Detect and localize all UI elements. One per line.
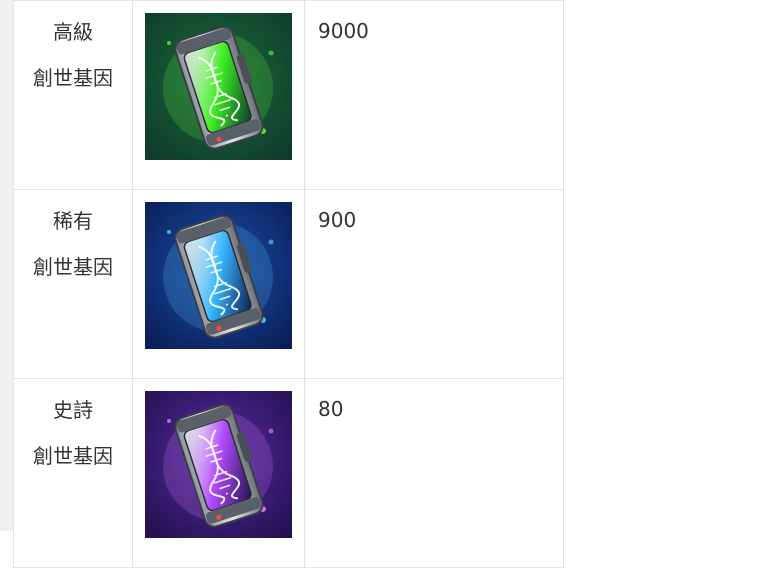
item-value: 900 [305,190,564,379]
item-image-cell [133,379,305,568]
table-row: 高級 創世基因 [14,1,564,190]
item-name-cell: 稀有 創世基因 [14,190,133,379]
item-name-cell: 高級 創世基因 [14,1,133,190]
item-value: 9000 [305,1,564,190]
item-name: 創世基因 [14,55,132,101]
item-tier: 稀有 [14,198,132,244]
item-name-cell: 史詩 創世基因 [14,379,133,568]
left-rail [0,0,13,531]
gene-table: 高級 創世基因 [13,0,564,568]
item-image-cell [133,190,305,379]
item-name: 創世基因 [14,433,132,479]
item-tier: 史詩 [14,387,132,433]
item-name: 創世基因 [14,244,132,290]
item-value: 80 [305,379,564,568]
dna-capsule-green-icon [145,13,292,160]
table-row: 稀有 創世基因 [14,190,564,379]
dna-capsule-purple-icon [145,391,292,538]
item-tier: 高級 [14,9,132,55]
table-row: 史詩 創世基因 [14,379,564,568]
dna-capsule-blue-icon [145,202,292,349]
item-image-cell [133,1,305,190]
